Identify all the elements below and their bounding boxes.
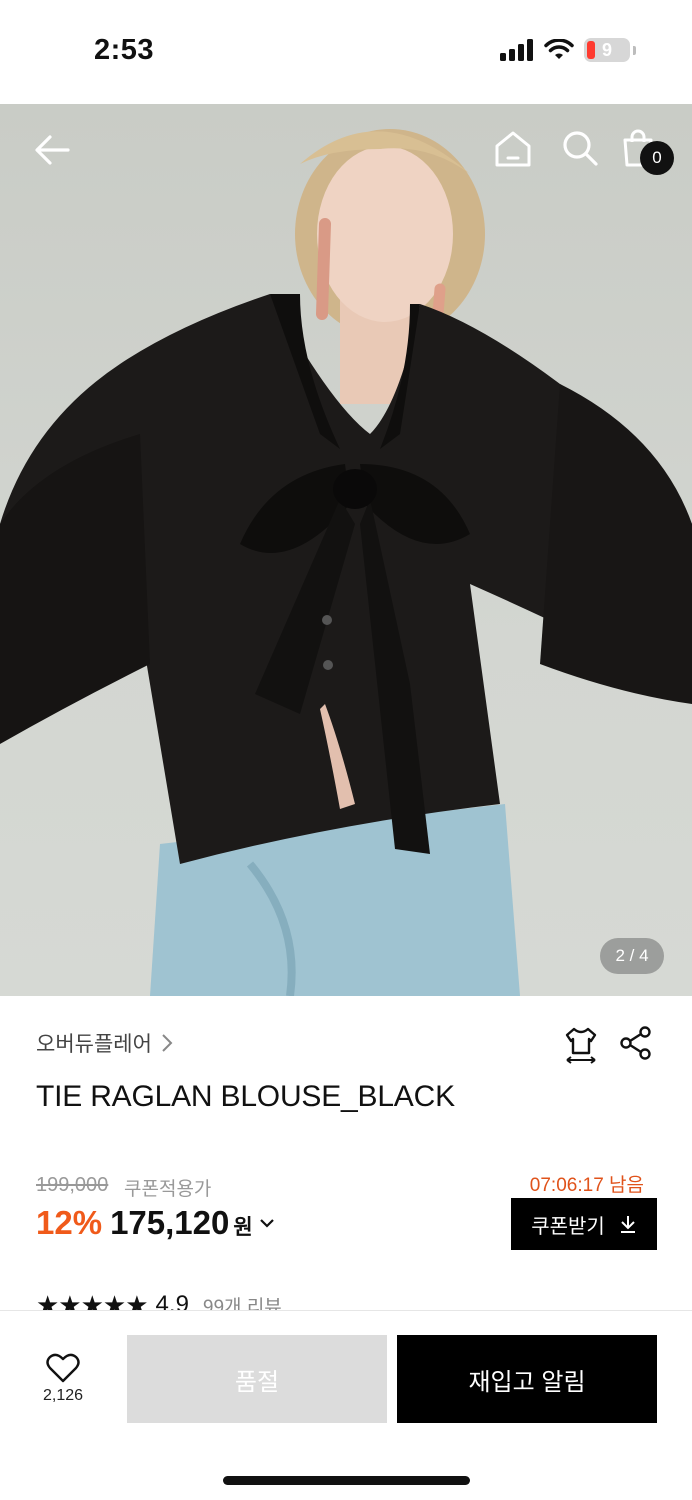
coupon-button-label: 쿠폰받기 xyxy=(531,1215,605,1238)
original-price: 199,000 xyxy=(36,1174,109,1196)
brand-name: 오버듀플레어 xyxy=(36,1033,152,1056)
battery-level: 9 xyxy=(601,39,612,60)
cart-count-badge: 0 xyxy=(640,141,674,175)
info-actions xyxy=(564,1026,652,1064)
chevron-down-icon xyxy=(259,1219,274,1228)
bottom-action-bar: 2,126 품절 재입고 알림 xyxy=(0,1310,692,1500)
home-button[interactable] xyxy=(492,128,534,170)
share-icon[interactable] xyxy=(620,1026,652,1060)
home-icon xyxy=(495,131,531,167)
brand-link[interactable]: 오버듀플레어 xyxy=(36,1028,174,1058)
status-time: 2:53 xyxy=(94,34,155,66)
search-button[interactable] xyxy=(560,128,600,168)
download-icon xyxy=(620,1216,635,1233)
currency-label: 원 xyxy=(233,1216,253,1239)
coupon-countdown: 07:06:17 남음 xyxy=(529,1175,644,1196)
battery-icon: 9 xyxy=(584,38,630,62)
gallery-page-indicator: 2 / 4 xyxy=(600,938,664,974)
soldout-button: 품절 xyxy=(127,1335,387,1423)
price-row[interactable]: 12% 175,120 원 xyxy=(36,1204,275,1242)
like-button[interactable]: 2,126 xyxy=(30,1353,96,1405)
arrow-left-icon xyxy=(35,135,70,165)
discount-rate: 12% xyxy=(36,1204,103,1241)
get-coupon-button[interactable]: 쿠폰받기 xyxy=(511,1198,657,1250)
coupon-price-label: 쿠폰적용가 xyxy=(124,1179,212,1200)
sale-price: 175,120 xyxy=(110,1204,230,1241)
product-image-gallery[interactable] xyxy=(0,104,692,996)
status-icons: 9 xyxy=(500,38,636,62)
home-indicator xyxy=(223,1476,470,1485)
back-button[interactable] xyxy=(32,130,72,170)
restock-alert-button[interactable]: 재입고 알림 xyxy=(397,1335,657,1423)
product-title: TIE RAGLAN BLOUSE_BLACK xyxy=(36,1080,455,1113)
search-icon xyxy=(563,131,598,166)
signal-icon xyxy=(500,39,533,61)
chevron-right-icon xyxy=(162,1034,173,1052)
heart-icon xyxy=(46,1353,80,1383)
like-count: 2,126 xyxy=(42,1387,84,1404)
product-photo xyxy=(0,129,692,996)
wifi-icon xyxy=(544,39,574,59)
size-guide-icon[interactable] xyxy=(564,1026,598,1064)
status-bar: 2:53 9 xyxy=(0,0,692,104)
